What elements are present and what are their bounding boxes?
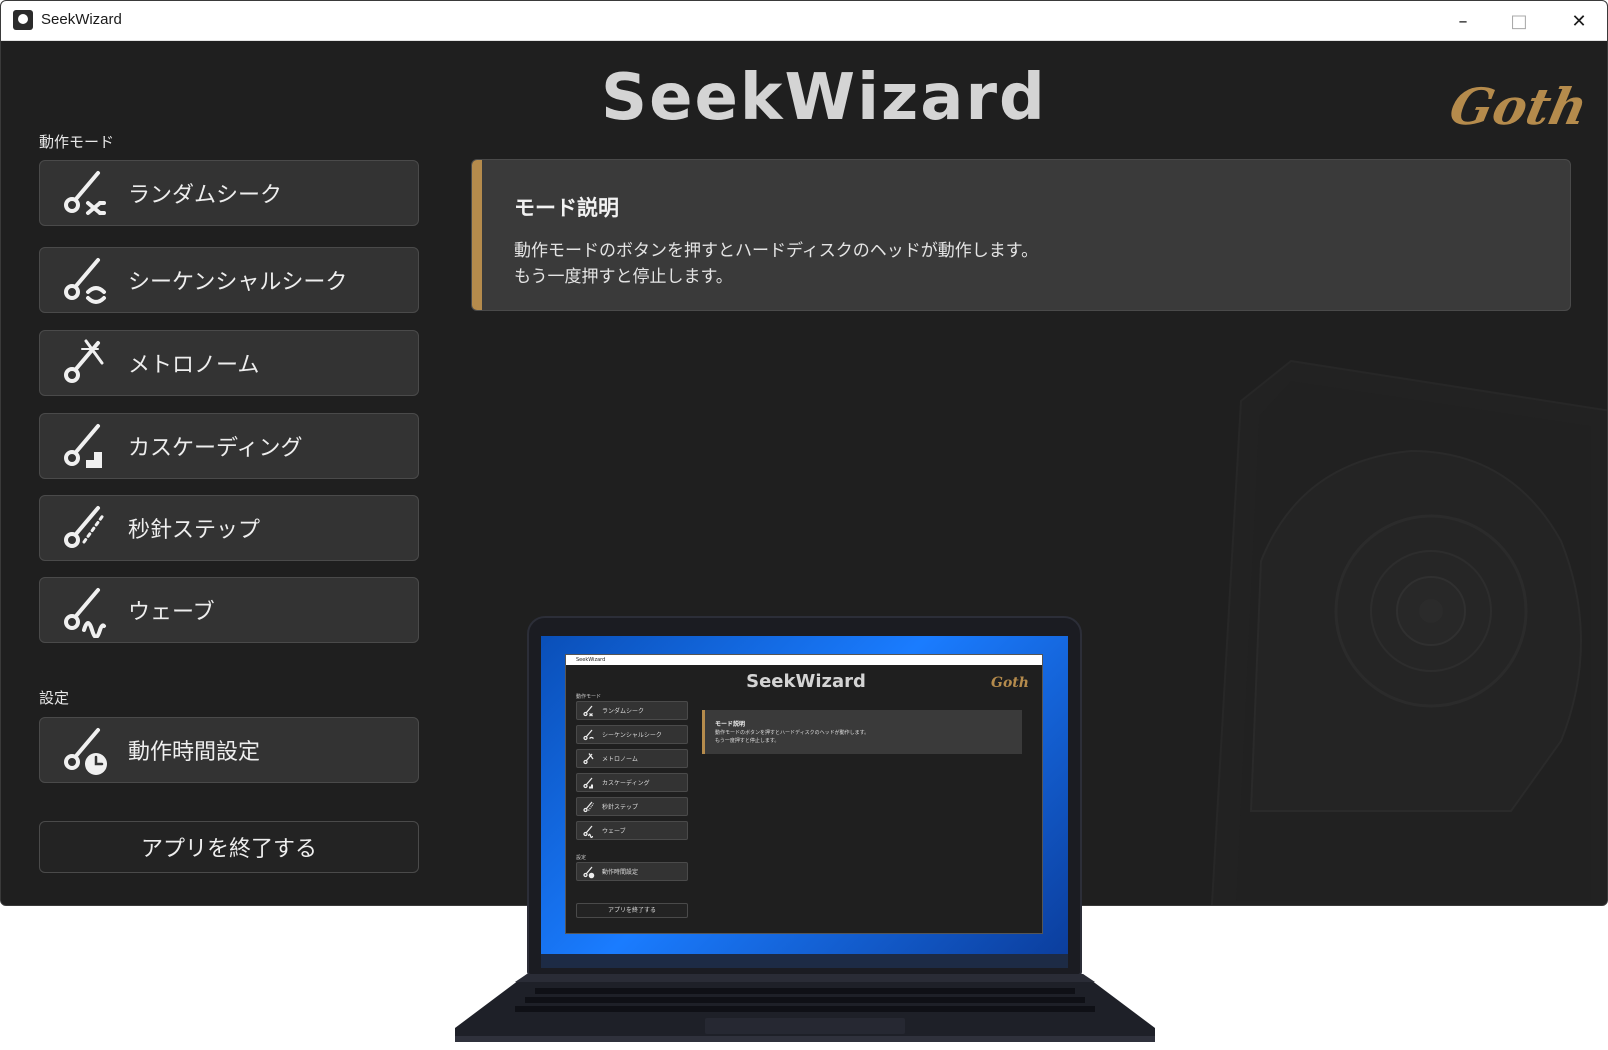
mockup-settings-button: 動作時間設定 — [576, 862, 688, 881]
mockup-description-title: モード説明 — [715, 721, 746, 728]
mockup-mode-section-label: 動作モード — [576, 694, 602, 700]
metronome-icon — [64, 339, 104, 383]
mockup-mode-button: メトロノーム — [576, 749, 688, 768]
brand-title: SeekWizard — [601, 61, 1047, 135]
mockup-description-panel: モード説明 動作モードのボタンを押すとハードディスクのヘッドが動作します。 もう… — [702, 710, 1022, 754]
cascading-icon — [64, 424, 102, 468]
sequential-seek-icon — [64, 258, 106, 304]
wave-button[interactable]: ウェーブ — [39, 577, 419, 643]
cascading-button[interactable]: カスケーディング — [39, 413, 419, 479]
mockup-brand-title: SeekWizard — [746, 671, 866, 692]
description-line-2: もう一度押すと停止します。 — [514, 267, 733, 287]
mockup-app-window: SeekWizard SeekWizard Goth 動作モード ランダムシーク… — [565, 654, 1043, 934]
mockup-timer-icon — [583, 866, 595, 878]
mockup-taskbar — [541, 954, 1068, 968]
mockup-description-line-2: もう一度押すと停止します。 — [715, 738, 780, 744]
brand-logo: Goth — [1444, 77, 1593, 136]
mockup-mode-label: 秒針ステップ — [602, 804, 639, 811]
metronome-button[interactable]: メトロノーム — [39, 330, 419, 396]
mockup-mode-label: シーケンシャルシーク — [602, 732, 662, 739]
sequential-seek-button[interactable]: シーケンシャルシーク — [39, 247, 419, 313]
second-hand-step-button[interactable]: 秒針ステップ — [39, 495, 419, 561]
mockup-mode-label: ウェーブ — [602, 828, 626, 835]
random-seek-icon — [64, 171, 106, 215]
wave-label: ウェーブ — [128, 600, 215, 625]
mockup-metronome-icon — [583, 752, 594, 764]
mockup-wave-icon — [583, 825, 594, 838]
title-bar: SeekWizard – □ ✕ — [1, 1, 1607, 41]
laptop-keyboard-base — [455, 974, 1155, 1042]
app-icon — [13, 10, 33, 30]
wave-icon — [64, 588, 106, 638]
laptop-mockup: SeekWizard SeekWizard Goth 動作モード ランダムシーク… — [455, 612, 1155, 1050]
mockup-description-line-1: 動作モードのボタンを押すとハードディスクのヘッドが動作します。 — [715, 730, 870, 736]
operation-time-settings-label: 動作時間設定 — [128, 740, 261, 765]
mode-section-label: 動作モード — [39, 133, 115, 151]
mockup-mode-label: メトロノーム — [602, 756, 638, 763]
laptop-screen: SeekWizard SeekWizard Goth 動作モード ランダムシーク… — [541, 636, 1068, 968]
mockup-mode-button: カスケーディング — [576, 773, 688, 792]
random-seek-label: ランダムシーク — [128, 183, 283, 208]
metronome-label: メトロノーム — [128, 353, 260, 378]
cascading-label: カスケーディング — [128, 436, 303, 461]
minimize-button[interactable]: – — [1435, 1, 1491, 41]
mockup-settings-label: 動作時間設定 — [602, 869, 639, 876]
timer-icon — [64, 728, 107, 775]
second-hand-step-icon — [64, 506, 106, 548]
random-seek-button[interactable]: ランダムシーク — [39, 160, 419, 226]
second-hand-step-label: 秒針ステップ — [128, 518, 261, 543]
mockup-title-bar: SeekWizard — [566, 655, 1042, 665]
hdd-background-illustration — [1210, 359, 1607, 905]
window-title: SeekWizard — [41, 11, 122, 28]
sequential-seek-label: シーケンシャルシーク — [128, 270, 348, 295]
mockup-mode-button: ランダムシーク — [576, 701, 688, 720]
mockup-mode-label: カスケーディング — [602, 780, 650, 787]
quit-app-button[interactable]: アプリを終了する — [39, 821, 419, 873]
operation-time-settings-button[interactable]: 動作時間設定 — [39, 717, 419, 783]
mode-description-panel: モード説明 動作モードのボタンを押すとハードディスクのヘッドが動作します。 もう… — [471, 159, 1571, 311]
description-title: モード説明 — [514, 196, 619, 220]
mockup-mode-button: ウェーブ — [576, 821, 688, 840]
description-line-1: 動作モードのボタンを押すとハードディスクのヘッドが動作します。 — [514, 241, 1039, 261]
mockup-cascading-icon — [583, 777, 593, 788]
mockup-mode-button: シーケンシャルシーク — [576, 725, 688, 744]
mockup-mode-label: ランダムシーク — [602, 708, 645, 715]
description-accent-bar — [472, 160, 482, 310]
settings-section-label: 設定 — [39, 689, 70, 707]
mockup-random-seek-icon — [583, 705, 593, 716]
mockup-second-hand-step-icon — [583, 801, 595, 812]
maximize-button[interactable]: □ — [1491, 1, 1547, 41]
mockup-brand-logo: Goth — [991, 675, 1029, 691]
mockup-mode-button: 秒針ステップ — [576, 797, 688, 816]
mockup-settings-section-label: 設定 — [576, 855, 587, 861]
mockup-sequential-seek-icon — [583, 729, 594, 740]
mockup-window-title: SeekWizard — [576, 657, 606, 663]
close-button[interactable]: ✕ — [1551, 1, 1607, 41]
mockup-quit-button: アプリを終了する — [576, 903, 688, 918]
